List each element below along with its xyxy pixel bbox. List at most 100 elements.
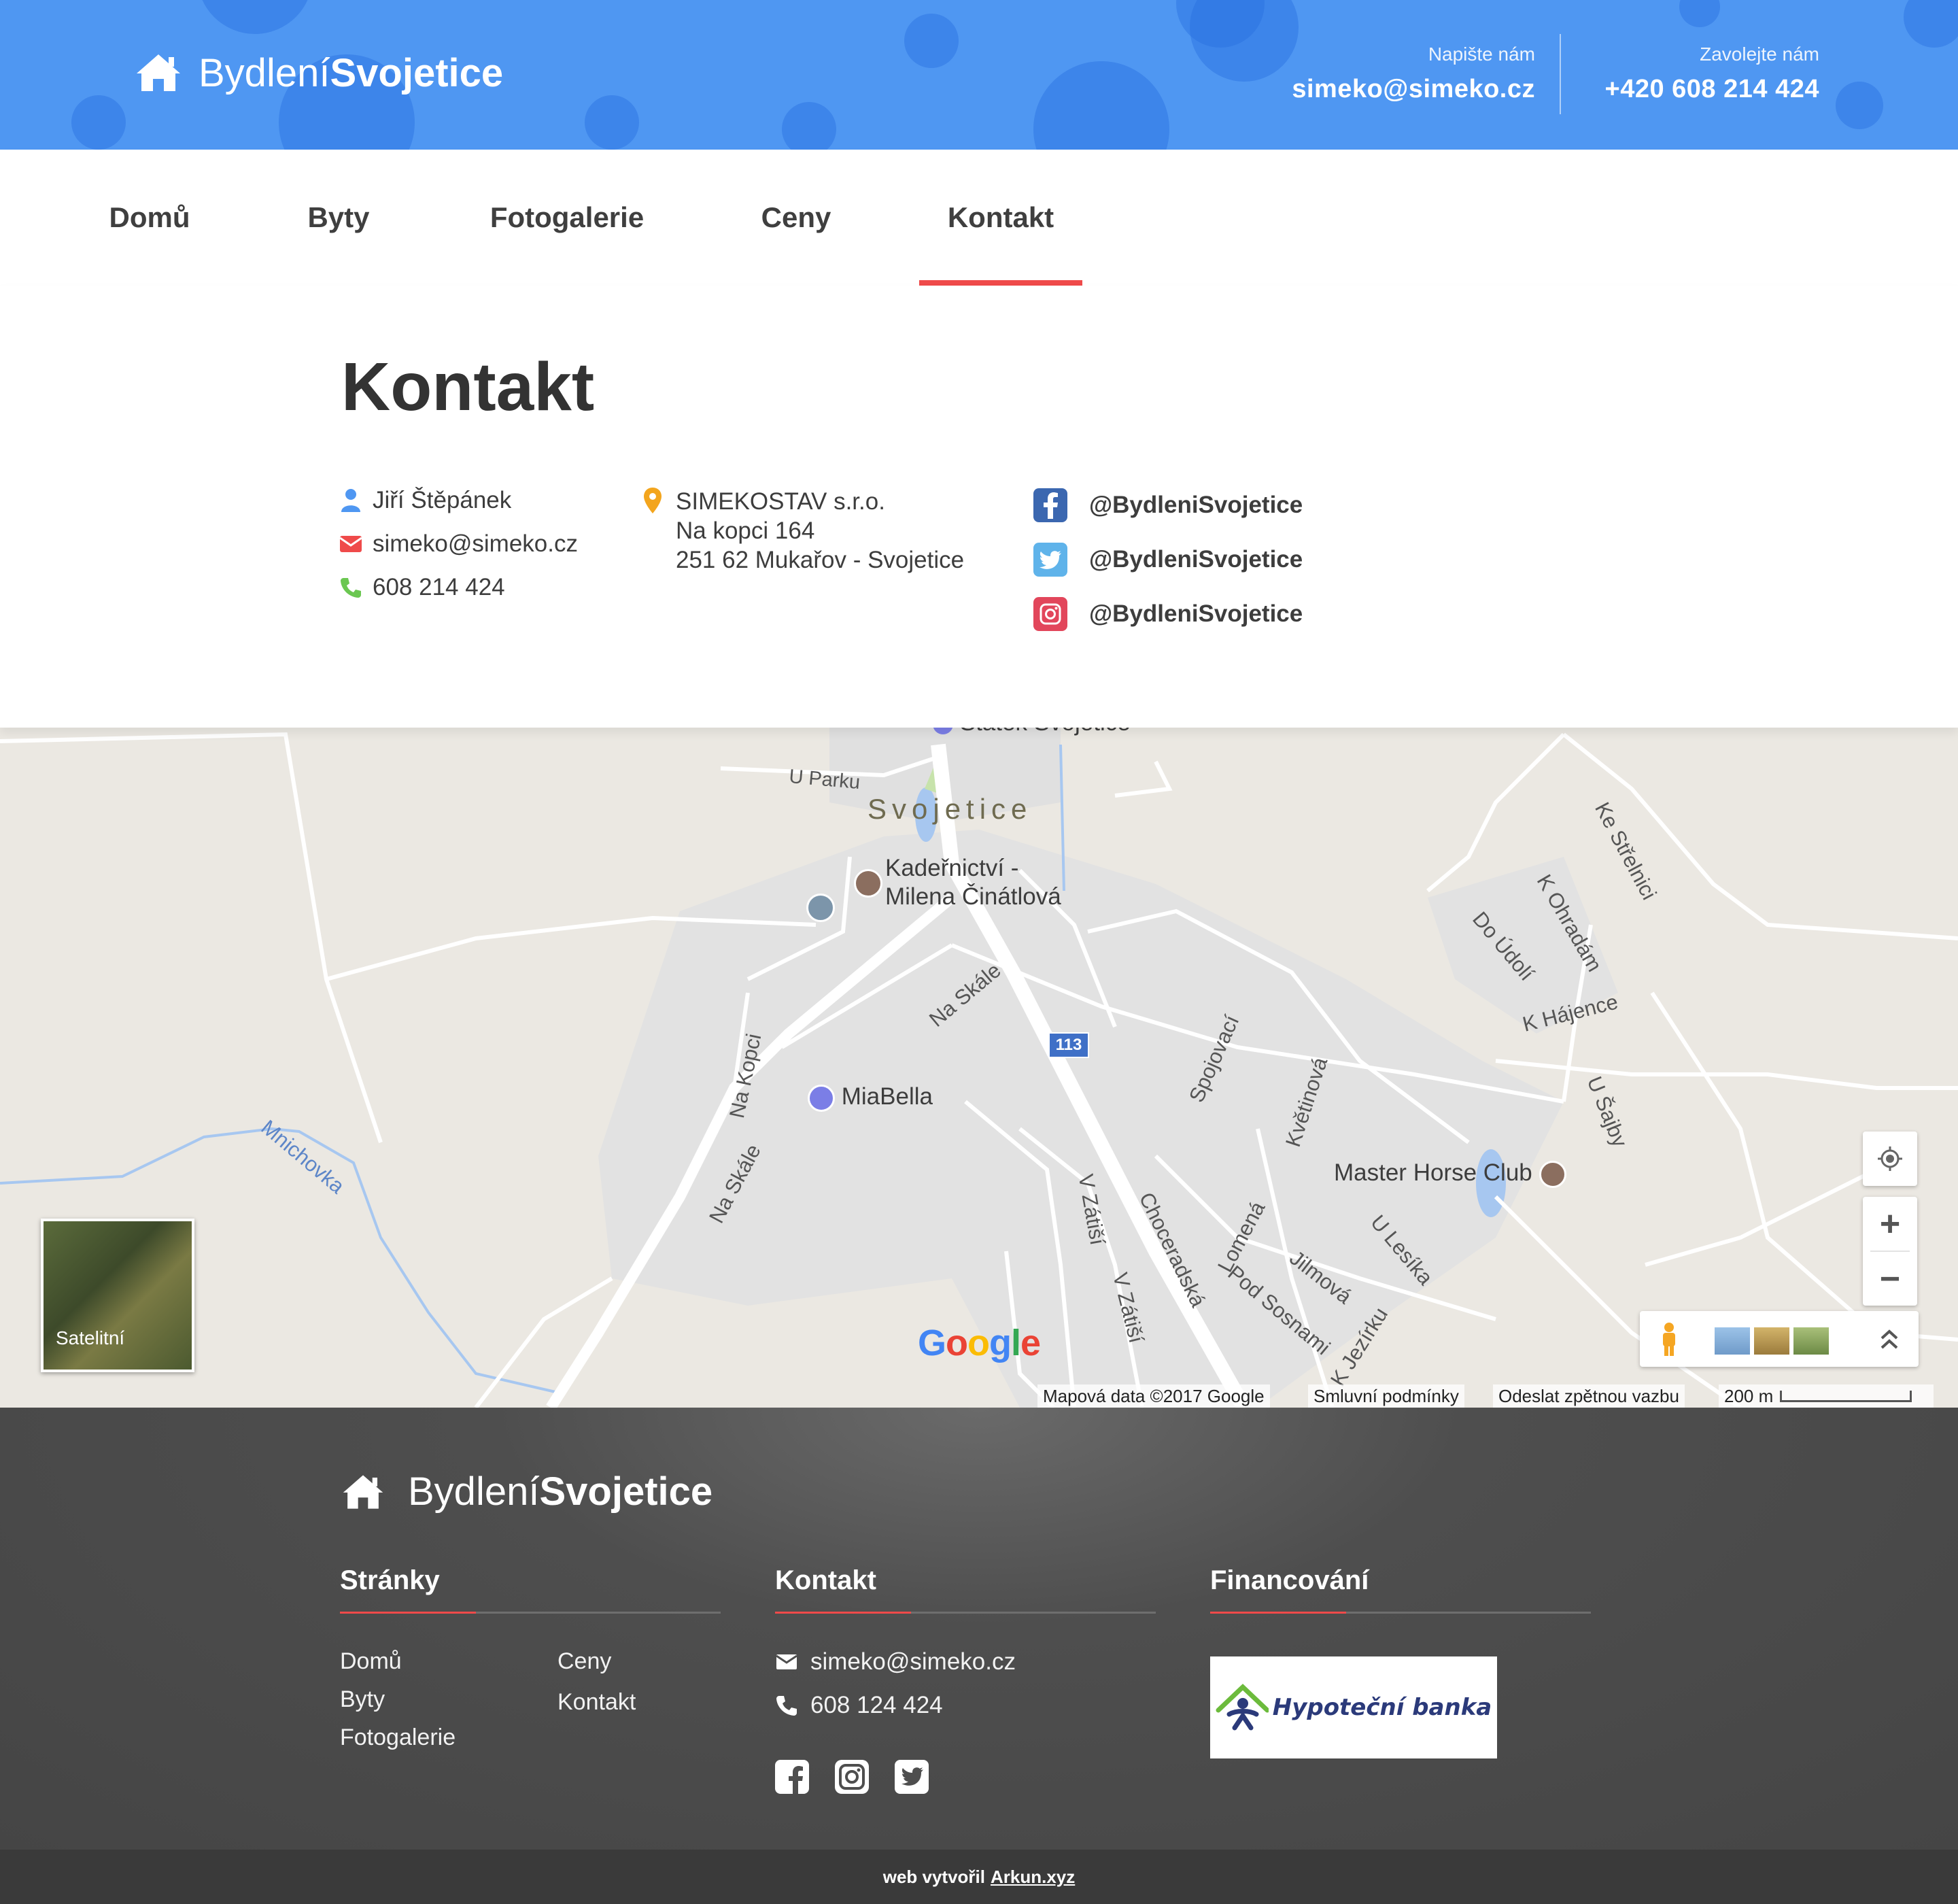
footer-contact-title: Kontakt xyxy=(775,1565,876,1595)
footer-instagram-icon[interactable] xyxy=(835,1760,869,1794)
twitter-icon xyxy=(1033,543,1067,577)
satellite-toggle[interactable]: Satelitní xyxy=(41,1219,194,1372)
contact-email-link[interactable]: simeko@simeko.cz xyxy=(373,530,578,558)
home-icon xyxy=(343,1474,383,1509)
site-header: Bydlení Svojetice Napište nám simeko@sime… xyxy=(0,0,1958,150)
my-location-button[interactable] xyxy=(1863,1132,1917,1186)
location-map[interactable]: Statek Svojetice U Parku Svojetice Kadeř… xyxy=(0,721,1958,1408)
logo-text-bold: Svojetice xyxy=(330,50,504,95)
decor-bubble xyxy=(1190,0,1299,82)
header-phone-link[interactable]: +420 608 214 424 xyxy=(1605,75,1819,104)
map-type-thumb-3[interactable] xyxy=(1793,1327,1829,1355)
phone-icon xyxy=(337,574,364,601)
nav-item-domu[interactable]: Domů xyxy=(94,150,205,286)
zoom-out-button[interactable]: − xyxy=(1863,1252,1917,1306)
footer-financing-divider xyxy=(1210,1612,1591,1614)
hypotecni-banka-logo[interactable]: Hypoteční banka xyxy=(1210,1656,1497,1758)
header-divider xyxy=(1560,34,1561,114)
phone-icon xyxy=(775,1694,798,1717)
contact-phone: 608 214 424 xyxy=(337,574,505,601)
contact-person-name: Jiří Štěpánek xyxy=(373,487,512,513)
home-icon xyxy=(137,54,180,91)
company-street: Na kopci 164 xyxy=(676,517,815,544)
write-us-label: Napište nám xyxy=(1428,44,1535,65)
footer-link-byty[interactable]: Byty xyxy=(340,1686,385,1713)
shop-bag-icon xyxy=(808,1084,835,1112)
instagram-handle: @BydleniSvojetice xyxy=(1089,600,1303,627)
decor-bubble xyxy=(1904,0,1958,48)
map-poi-kadernictvi[interactable]: Kadeřnictví - Milena Činátlová xyxy=(854,854,1061,911)
footer-twitter-icon[interactable] xyxy=(895,1760,929,1794)
contact-phone-number[interactable]: 608 214 424 xyxy=(373,574,505,601)
company-address: SIMEKOSTAV s.r.o. Na kopci 164 251 62 Mu… xyxy=(676,487,964,575)
company-name: SIMEKOSTAV s.r.o. xyxy=(676,488,885,515)
nav-item-ceny[interactable]: Ceny xyxy=(746,150,846,286)
site-logo[interactable]: Bydlení Svojetice xyxy=(135,49,503,97)
footer-pages-title: Stránky xyxy=(340,1565,440,1595)
decor-bubble xyxy=(1033,61,1169,150)
credit-prefix: web vytvořil xyxy=(882,1866,985,1887)
envelope-icon xyxy=(337,530,364,558)
footer-contact-divider xyxy=(775,1612,1156,1614)
envelope-icon xyxy=(775,1650,798,1673)
map-scale: 200 m xyxy=(1719,1384,1934,1408)
twitter-handle: @BydleniSvojetice xyxy=(1089,546,1303,573)
logo-text-light: Bydlení xyxy=(408,1469,540,1514)
nav-item-byty[interactable]: Byty xyxy=(286,150,392,286)
map-poi-miabella[interactable]: MiaBella xyxy=(808,1083,933,1112)
nav-item-fotogalerie[interactable]: Fotogalerie xyxy=(472,150,662,286)
logo-text-bold: Svojetice xyxy=(539,1469,713,1514)
chevron-up-icon[interactable] xyxy=(1879,1327,1900,1352)
social-facebook[interactable]: @BydleniSvojetice xyxy=(1033,488,1303,522)
nav-item-kontakt[interactable]: Kontakt xyxy=(919,150,1082,287)
footer-pages-divider xyxy=(340,1612,721,1614)
map-terms-link[interactable]: Smluvní podmínky xyxy=(1308,1384,1464,1408)
footer-phone: 608 124 424 xyxy=(775,1692,943,1719)
bank-house-icon xyxy=(1216,1684,1269,1731)
footer-link-domu[interactable]: Domů xyxy=(340,1648,402,1675)
header-email-link[interactable]: simeko@simeko.cz xyxy=(1292,75,1535,104)
decor-bubble xyxy=(904,14,959,68)
footer-phone-number[interactable]: 608 124 424 xyxy=(810,1692,943,1719)
decor-bubble xyxy=(1836,82,1883,129)
road-113-shield: 113 xyxy=(1048,1032,1089,1058)
facebook-handle: @BydleniSvojetice xyxy=(1089,492,1303,518)
footer-facebook-icon[interactable] xyxy=(775,1760,809,1794)
map-attribution: Mapová data ©2017 Google xyxy=(1037,1384,1270,1408)
footer-link-ceny[interactable]: Ceny xyxy=(557,1648,611,1675)
credit-link[interactable]: Arkun.xyz xyxy=(991,1867,1075,1888)
map-type-thumb-2[interactable] xyxy=(1754,1327,1789,1355)
map-scale-label: 200 m xyxy=(1724,1385,1774,1406)
zoom-in-button[interactable]: + xyxy=(1863,1197,1917,1251)
contact-email: simeko@simeko.cz xyxy=(337,530,578,558)
map-feedback-link[interactable]: Odeslat zpětnou vazbu xyxy=(1493,1384,1685,1408)
header-email-block: Napište nám simeko@simeko.cz xyxy=(1292,44,1535,104)
contact-section: Kontakt Jiří Štěpánek simeko@simeko.cz 6… xyxy=(0,286,1958,728)
decor-bubble xyxy=(71,95,126,150)
main-nav: Domů Byty Fotogalerie Ceny Kontakt xyxy=(0,150,1958,287)
footer-link-fotogalerie[interactable]: Fotogalerie xyxy=(340,1724,456,1751)
social-twitter[interactable]: @BydleniSvojetice xyxy=(1033,543,1303,577)
pegman-icon[interactable] xyxy=(1659,1322,1679,1357)
page-title: Kontakt xyxy=(341,349,595,425)
footer-link-kontakt[interactable]: Kontakt xyxy=(557,1689,636,1716)
decor-bubble xyxy=(1679,0,1720,27)
decor-bubble xyxy=(197,0,313,34)
google-logo: Google xyxy=(918,1323,1041,1363)
map-home-pin-icon[interactable] xyxy=(806,894,835,922)
social-instagram[interactable]: @BydleniSvojetice xyxy=(1033,597,1303,631)
contact-person: Jiří Štěpánek xyxy=(337,487,511,514)
map-scale-bar xyxy=(1780,1390,1912,1402)
shop-pin-icon xyxy=(854,869,882,898)
map-type-bar xyxy=(1640,1311,1919,1367)
satellite-label: Satelitní xyxy=(56,1327,125,1348)
facebook-icon xyxy=(1033,488,1067,522)
decor-bubble xyxy=(782,102,836,150)
logo-text-light: Bydlení xyxy=(199,50,330,95)
footer-logo[interactable]: Bydlení Svojetice xyxy=(341,1469,712,1514)
footer-email-link[interactable]: simeko@simeko.cz xyxy=(810,1648,1016,1676)
bank-name: Hypoteční banka xyxy=(1272,1694,1492,1721)
map-poi-master-horse[interactable]: Master Horse Club xyxy=(1334,1159,1566,1188)
map-type-thumb-1[interactable] xyxy=(1715,1327,1750,1355)
poi-pin-icon xyxy=(1539,1160,1566,1188)
